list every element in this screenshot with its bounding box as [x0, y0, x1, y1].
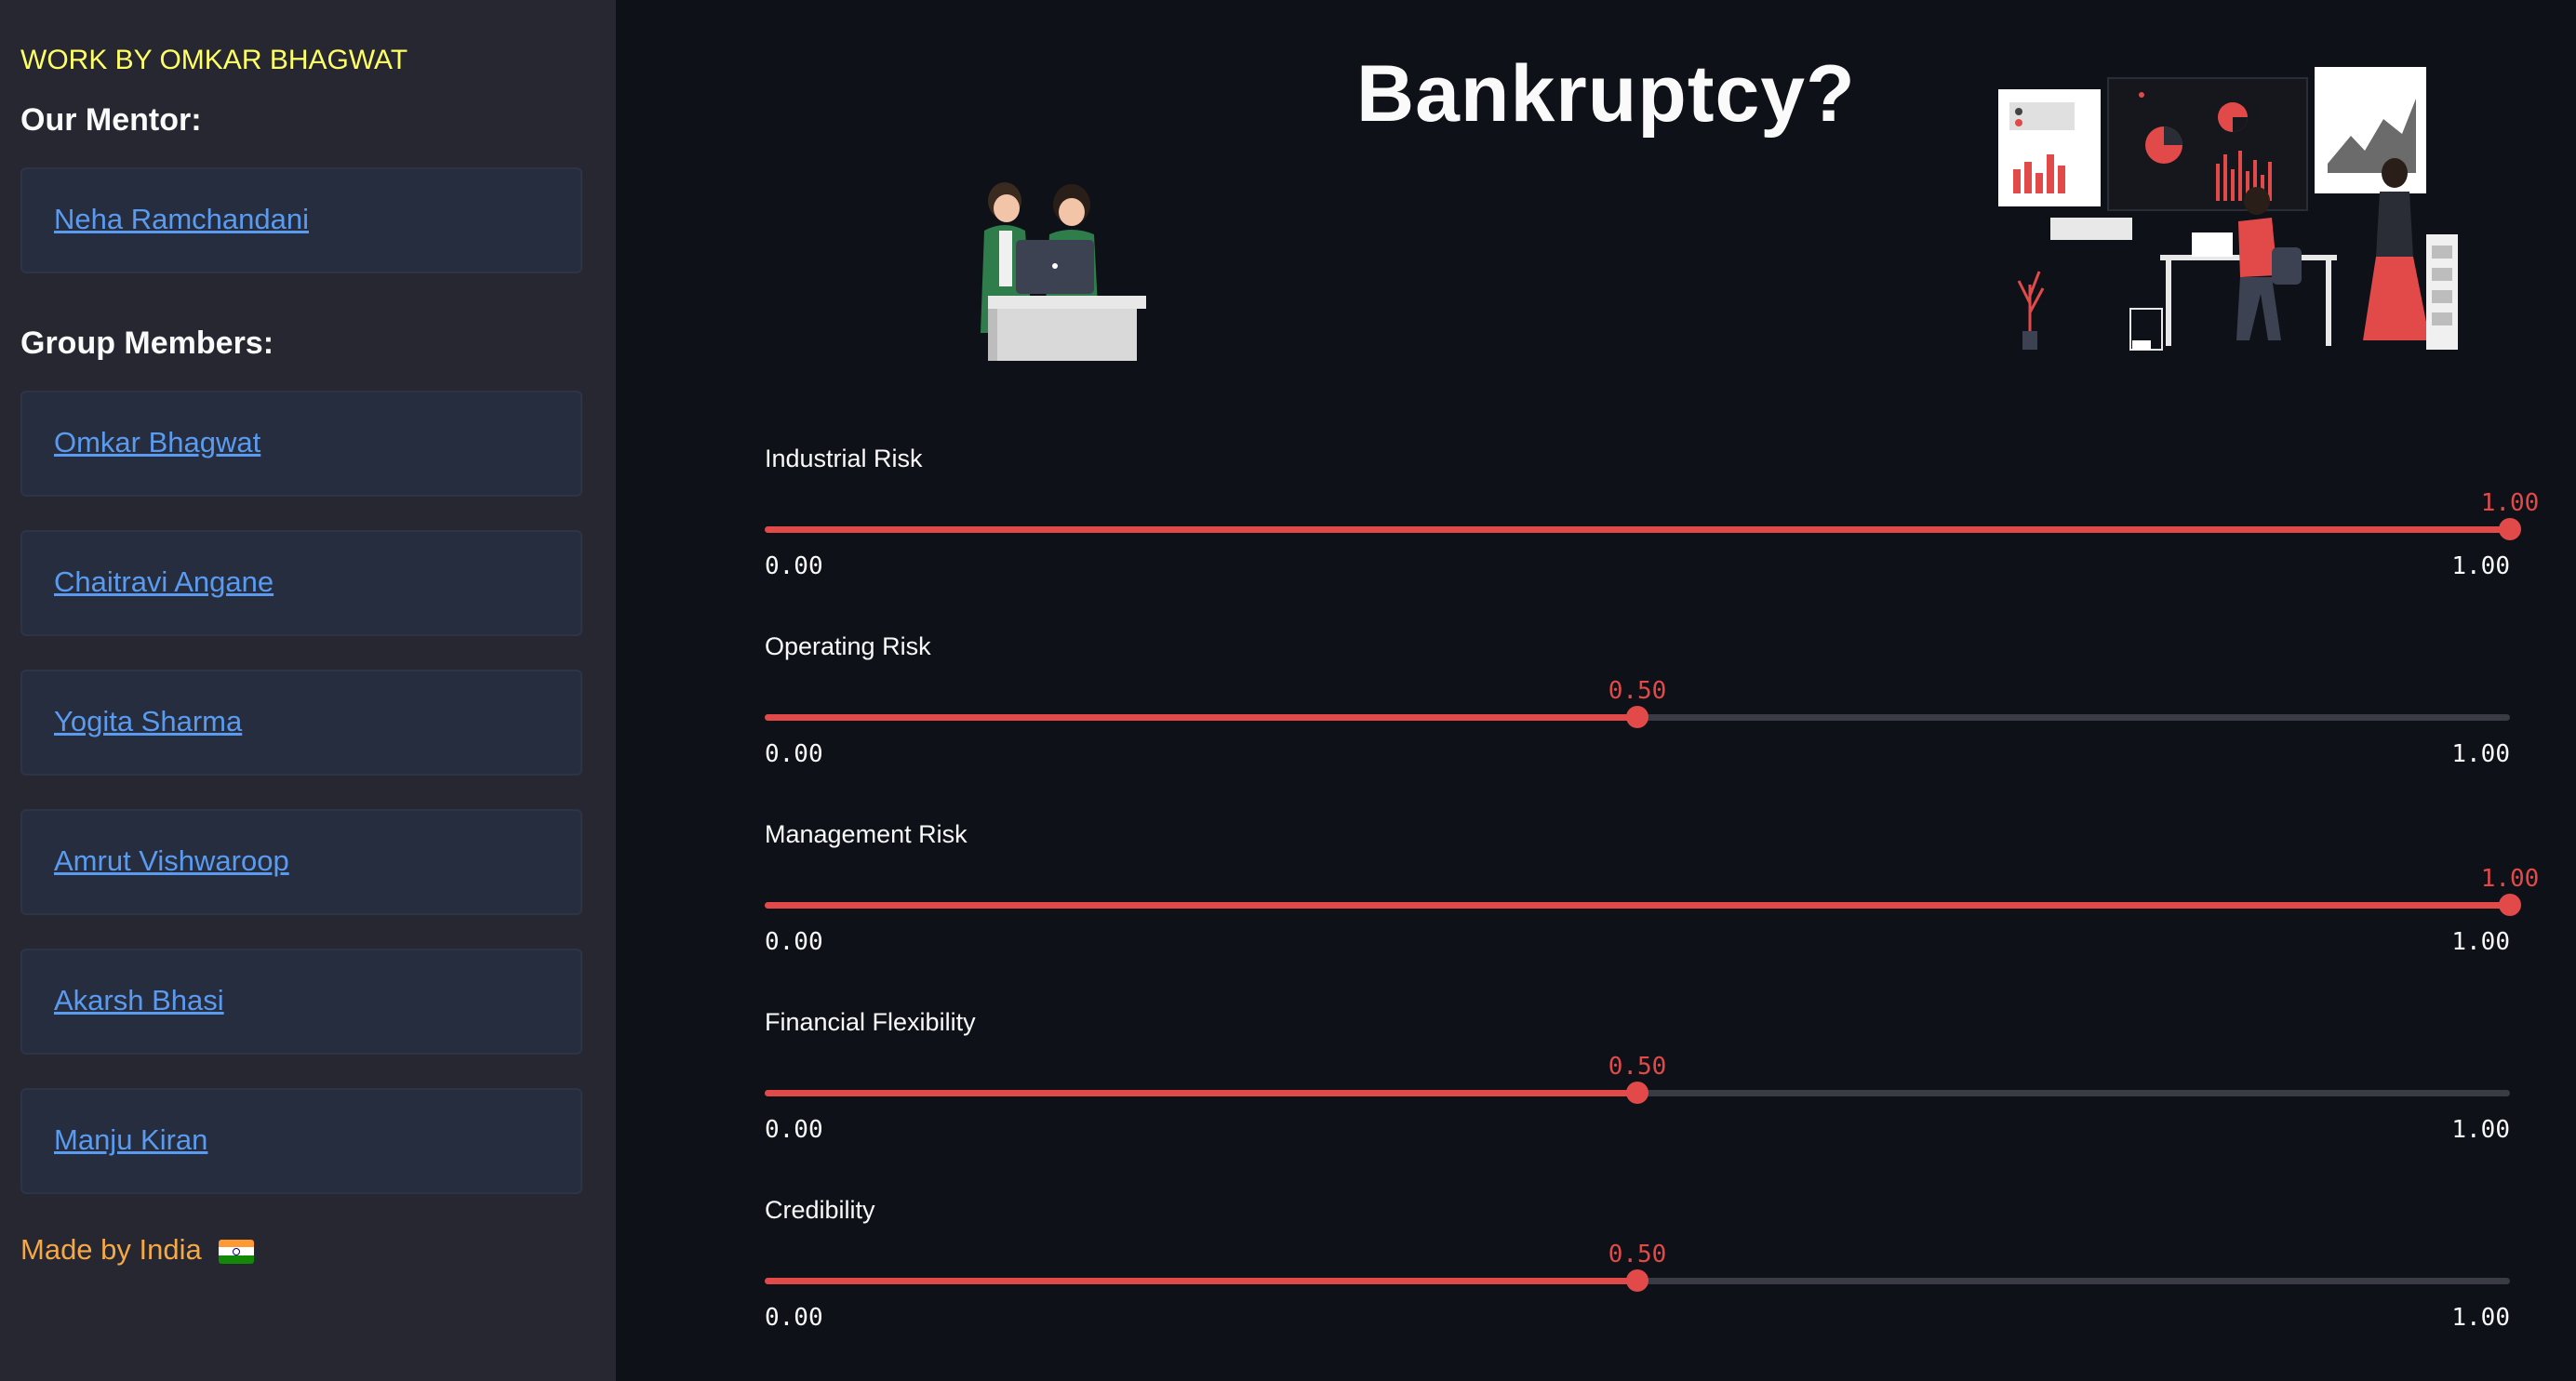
- slider-label: Operating Risk: [765, 632, 931, 660]
- slider-track[interactable]: [765, 706, 2510, 728]
- mentor-heading: Our Mentor:: [20, 102, 202, 138]
- member-box: Manju Kiran: [20, 1088, 582, 1194]
- slider-thumb[interactable]: [1626, 1082, 1648, 1104]
- slider-value: 0.50: [1608, 1053, 1667, 1081]
- slider-label: Management Risk: [765, 820, 968, 848]
- slider-thumb[interactable]: [2499, 894, 2521, 916]
- member-link[interactable]: Manju Kiran: [54, 1123, 207, 1157]
- slider-credibility: Credibility 0.50 0.00 1.00: [765, 1196, 2510, 1363]
- slider-fill: [765, 902, 2510, 909]
- member-link[interactable]: Omkar Bhagwat: [54, 426, 260, 459]
- main-content: Bankruptcy? Industrial Risk 1.00 0.00 1.…: [616, 0, 2576, 1381]
- member-box: Omkar Bhagwat: [20, 391, 582, 497]
- slider-min: 0.00: [765, 1116, 823, 1144]
- team-laptop-illustration: [981, 182, 1146, 361]
- slider-management-risk: Management Risk 1.00 0.00 1.00: [765, 820, 2539, 988]
- slider-industrial-risk: Industrial Risk 1.00 0.00 1.00: [765, 445, 2539, 612]
- member-box: Yogita Sharma: [20, 670, 582, 776]
- slider-track[interactable]: [765, 518, 2521, 540]
- member-box: Chaitravi Angane: [20, 530, 582, 636]
- slider-track[interactable]: [765, 894, 2521, 916]
- group-members-heading: Group Members:: [20, 325, 274, 361]
- slider-thumb[interactable]: [1626, 706, 1648, 728]
- member-link[interactable]: Amrut Vishwaroop: [54, 844, 289, 878]
- slider-thumb[interactable]: [1626, 1269, 1648, 1292]
- made-by-footer: Made by India: [20, 1233, 255, 1267]
- slider-max: 1.00: [2451, 740, 2510, 768]
- slider-value: 1.00: [2480, 865, 2540, 893]
- slider-value: 0.50: [1608, 1241, 1667, 1268]
- slider-max: 1.00: [2451, 928, 2510, 956]
- slider-label: Financial Flexibility: [765, 1008, 976, 1036]
- slider-min: 0.00: [765, 928, 823, 956]
- mentor-link[interactable]: Neha Ramchandani: [54, 203, 309, 236]
- slider-label: Industrial Risk: [765, 445, 923, 472]
- slider-label: Credibility: [765, 1196, 875, 1224]
- slider-fill: [765, 714, 1637, 721]
- work-by-text: WORK BY OMKAR BHAGWAT: [20, 45, 408, 75]
- mentor-box: Neha Ramchandani: [20, 167, 582, 273]
- india-flag-icon: [219, 1239, 255, 1264]
- slider-min: 0.00: [765, 552, 823, 580]
- slider-max: 1.00: [2451, 1116, 2510, 1144]
- slider-fill: [765, 1090, 1637, 1096]
- slider-max: 1.00: [2451, 552, 2510, 580]
- slider-track[interactable]: [765, 1082, 2510, 1104]
- slider-value: 0.50: [1608, 677, 1667, 705]
- slider-fill: [765, 1278, 1637, 1284]
- slider-financial-flexibility: Financial Flexibility 0.50 0.00 1.00: [765, 1008, 2510, 1175]
- slider-min: 0.00: [765, 1304, 823, 1332]
- member-link[interactable]: Chaitravi Angane: [54, 565, 274, 599]
- slider-thumb[interactable]: [2499, 518, 2521, 540]
- member-box: Amrut Vishwaroop: [20, 809, 582, 915]
- made-by-text: Made by India: [20, 1233, 202, 1266]
- slider-operating-risk: Operating Risk 0.50 0.00 1.00: [765, 632, 2510, 800]
- slider-value: 1.00: [2480, 489, 2540, 517]
- member-box: Akarsh Bhasi: [20, 949, 582, 1055]
- analytics-dashboard-illustration: [1998, 67, 2458, 351]
- slider-fill: [765, 526, 2510, 533]
- slider-max: 1.00: [2451, 1304, 2510, 1332]
- slider-track[interactable]: [765, 1269, 2510, 1292]
- page-title: Bankruptcy?: [1356, 49, 1856, 139]
- sidebar: WORK BY OMKAR BHAGWAT Our Mentor: Neha R…: [0, 0, 616, 1381]
- member-link[interactable]: Akarsh Bhasi: [54, 984, 224, 1017]
- slider-min: 0.00: [765, 740, 823, 768]
- member-link[interactable]: Yogita Sharma: [54, 705, 242, 738]
